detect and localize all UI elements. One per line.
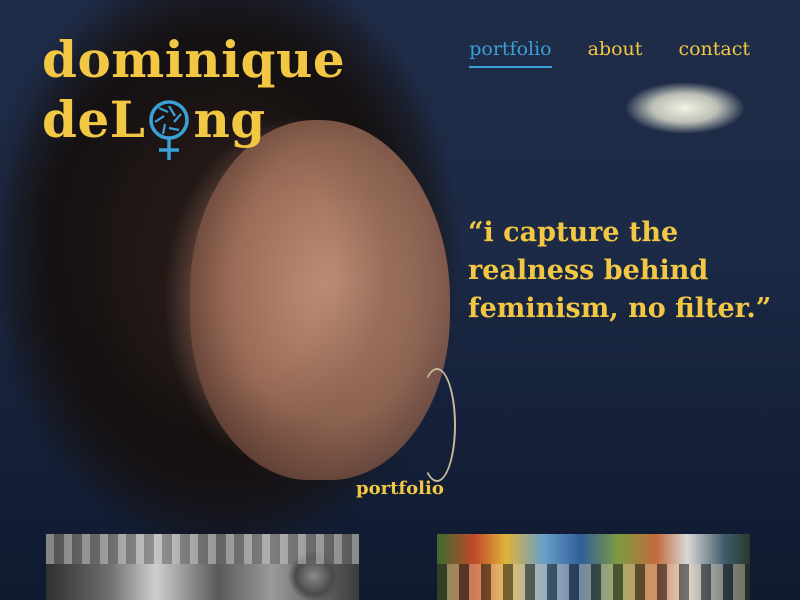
brand-last-name: deL ng (42, 90, 266, 160)
brand-logo[interactable]: dominique deL ng (42, 30, 346, 160)
thumbnail-crowd (437, 564, 750, 600)
portfolio-section-title: portfolio (356, 478, 444, 499)
nav-link-about[interactable]: about (588, 38, 643, 68)
main-nav: portfolio about contact (469, 38, 750, 68)
camera-aperture-venus-icon (145, 90, 193, 160)
hero-quote: “i capture the realness behind feminism,… (468, 217, 772, 324)
nav-link-contact[interactable]: contact (678, 38, 750, 68)
brand-first-name: dominique (42, 30, 346, 89)
hero-photo-face (190, 120, 450, 480)
portfolio-thumbnail-protest-bw[interactable] (46, 534, 359, 600)
portfolio-thumbnail-parade-color[interactable] (437, 534, 750, 600)
hero-photo-earring (418, 368, 456, 482)
nav-link-portfolio[interactable]: portfolio (469, 38, 552, 68)
thumbnail-buildings (46, 534, 359, 564)
